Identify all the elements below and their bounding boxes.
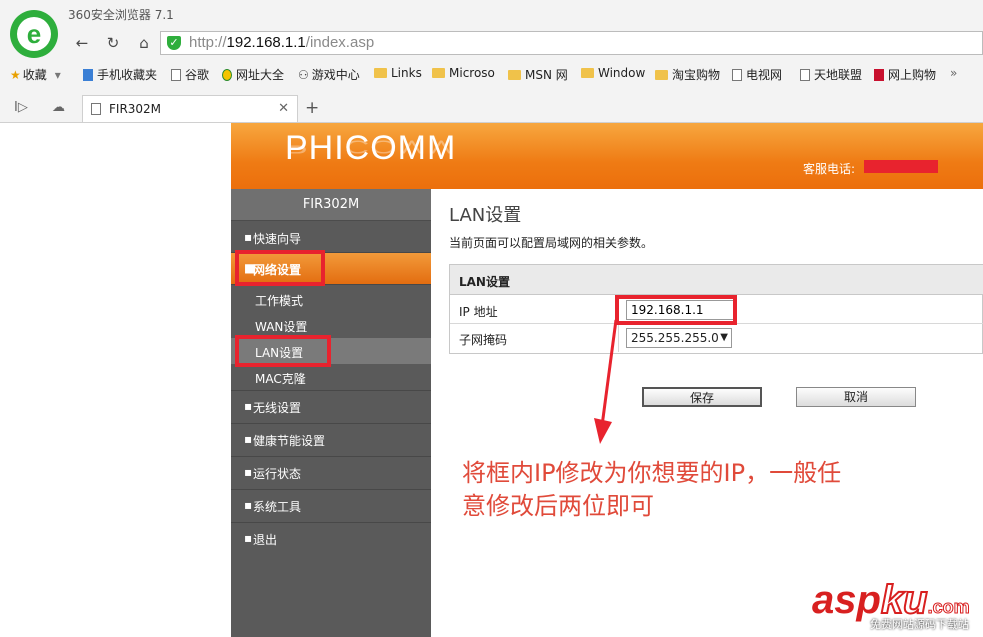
- bookmark-windows[interactable]: Window: [581, 66, 645, 80]
- page-description: 当前页面可以配置局域网的相关参数。: [449, 236, 654, 250]
- bookmark-msn[interactable]: MSN 网: [508, 66, 568, 83]
- app-title: 360安全浏览器 7.1: [68, 8, 174, 22]
- page-icon: [800, 68, 810, 81]
- tab-bar: I▷ ☁ FIR302M ✕ +: [0, 95, 983, 123]
- more-chevron-icon[interactable]: »: [950, 66, 957, 80]
- browser-logo-icon: e: [10, 10, 58, 58]
- model-name: FIR302M: [231, 189, 431, 221]
- folder-icon: [508, 69, 521, 80]
- tab-title: FIR302M: [109, 102, 162, 116]
- subnet-mask-value: 255.255.255.0: [631, 331, 719, 345]
- bookmark-games[interactable]: ⚇ 游戏中心: [298, 66, 360, 83]
- folder-icon: [655, 69, 668, 80]
- annotation-line-2: 意修改后两位即可: [462, 492, 654, 520]
- bookmarks-bar: ★ 收藏 ▾ 手机收藏夹 谷歌 网址大全 ⚇ 游戏中心 Links Microso M…: [0, 64, 983, 86]
- page-icon: [171, 68, 181, 81]
- mask-row: 子网掩码 255.255.255.0 ▼: [450, 324, 983, 352]
- bookmark-microso[interactable]: Microso: [432, 66, 495, 80]
- close-icon[interactable]: ✕: [278, 101, 289, 116]
- table-header: LAN设置: [450, 265, 983, 295]
- star-icon: ★: [10, 67, 21, 82]
- bookmark-tiandi[interactable]: 天地联盟: [800, 66, 862, 83]
- new-tab-icon[interactable]: +: [305, 98, 319, 118]
- sidebar-toggle-icon[interactable]: I▷: [14, 100, 28, 115]
- browser-chrome: e 360安全浏览器 7.1 ← ↻ ⌂ ✓ http://192.168.1.…: [0, 0, 983, 123]
- page-icon: [732, 68, 742, 81]
- mask-label: 子网掩码: [459, 333, 508, 347]
- sidebar-item-logout[interactable]: ▪ 退出: [231, 523, 431, 556]
- back-arrow-icon[interactable]: ←: [70, 33, 94, 53]
- tab-active[interactable]: FIR302M ✕: [82, 95, 298, 122]
- hotline-redaction: [864, 160, 938, 173]
- sidebar-item-quick-setup[interactable]: ▪ 快速向导: [231, 222, 431, 253]
- annotation-line-1: 将框内IP修改为你想要的IP，一般任: [462, 459, 842, 487]
- main-content: LAN设置 当前页面可以配置局域网的相关参数。 LAN设置 IP 地址 子网掩码…: [432, 189, 983, 637]
- bookmark-shopping[interactable]: 网上购物: [874, 66, 936, 83]
- hotline-label: 客服电话:: [803, 162, 856, 176]
- shop-icon: [874, 68, 884, 81]
- bookmark-google[interactable]: 谷歌: [171, 66, 209, 83]
- arrow-annotation: [594, 319, 618, 444]
- highlight-lan: [235, 335, 331, 367]
- dropdown-arrow-icon[interactable]: ▾: [55, 68, 61, 82]
- refresh-icon[interactable]: ↻: [101, 33, 125, 53]
- folder-icon: [432, 68, 445, 78]
- bookmark-tv[interactable]: 电视网: [732, 66, 782, 83]
- gamepad-icon: ⚇: [298, 67, 309, 82]
- highlight-network: [235, 250, 325, 286]
- chevron-down-icon: ▼: [720, 332, 728, 343]
- annotation-text: 将框内IP修改为你想要的IP，一般任 意修改后两位即可: [462, 457, 932, 523]
- address-bar[interactable]: ✓ http://192.168.1.1/index.asp: [160, 31, 983, 55]
- bookmark-mobile[interactable]: 手机收藏夹: [83, 66, 157, 83]
- brand-reflection: PHICOMM: [285, 136, 457, 157]
- home-icon[interactable]: ⌂: [132, 33, 156, 53]
- ip-label: IP 地址: [459, 305, 498, 319]
- bookmark-favorites[interactable]: ★ 收藏 ▾: [10, 66, 61, 83]
- page-title: LAN设置: [449, 205, 522, 226]
- cancel-button[interactable]: 取消: [796, 387, 916, 407]
- watermark-subtitle: 免费网站源码下载站: [870, 618, 969, 631]
- bookmark-taobao[interactable]: 淘宝购物: [655, 66, 720, 83]
- site-icon: [222, 68, 232, 81]
- subnet-mask-select[interactable]: 255.255.255.0 ▼: [626, 328, 732, 348]
- shield-icon: ✓: [167, 36, 181, 50]
- page-icon: [91, 103, 101, 115]
- highlight-ip: [615, 295, 737, 325]
- folder-icon: [374, 68, 387, 78]
- sidebar-item-work-mode[interactable]: 工作模式: [231, 286, 431, 312]
- phone-icon: [83, 68, 93, 81]
- bookmark-sites[interactable]: 网址大全: [222, 66, 284, 83]
- bookmark-links[interactable]: Links: [374, 66, 422, 80]
- cloud-icon[interactable]: ☁: [52, 100, 65, 115]
- sidebar-item-mac-clone[interactable]: MAC克隆: [231, 364, 431, 391]
- sidebar-item-tools[interactable]: ▪ 系统工具: [231, 490, 431, 523]
- url-text: http://192.168.1.1/index.asp: [189, 34, 375, 51]
- sidebar-item-wireless[interactable]: ▪ 无线设置: [231, 391, 431, 424]
- folder-icon: [581, 68, 594, 78]
- sidebar-item-status[interactable]: ▪ 运行状态: [231, 457, 431, 490]
- save-button[interactable]: 保存: [642, 387, 762, 407]
- sidebar-item-health[interactable]: ▪ 健康节能设置: [231, 424, 431, 457]
- header-banner: PHICOMM PHICOMM 客服电话:: [231, 123, 983, 189]
